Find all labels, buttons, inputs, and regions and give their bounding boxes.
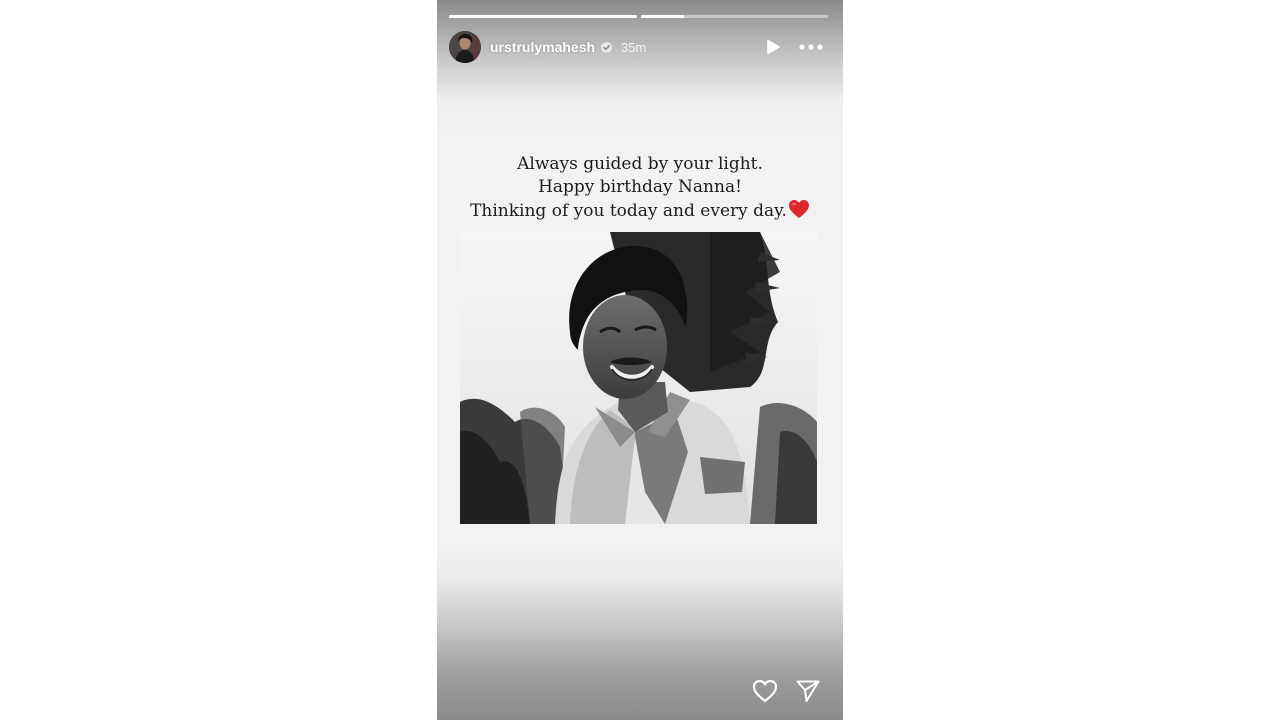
caption-line-3-text: Thinking of you today and every day. [470,201,787,221]
caption-line-3: Thinking of you today and every day. [437,199,843,223]
avatar[interactable] [449,31,481,63]
story-timestamp: 35m [621,39,647,55]
story-header: urstrulymahesh 35m [449,30,831,64]
story-progress-bar [449,15,828,18]
share-send-icon[interactable] [794,678,822,704]
progress-segment-2 [640,15,828,18]
progress-segment-1 [449,15,637,18]
more-options-icon[interactable] [799,37,823,57]
story-viewer[interactable]: urstrulymahesh 35m Always guided by your… [437,0,843,720]
verified-badge-icon [600,41,613,54]
story-actions [437,676,843,706]
play-icon[interactable] [763,37,783,57]
like-heart-icon[interactable] [751,678,779,704]
caption-line-2: Happy birthday Nanna! [538,177,742,197]
story-caption: Always guided by your light. Happy birth… [437,153,843,223]
story-photo [460,232,817,524]
red-heart-emoji-icon [788,199,810,219]
username[interactable]: urstrulymahesh [490,39,595,55]
caption-line-1: Always guided by your light. [517,154,763,174]
